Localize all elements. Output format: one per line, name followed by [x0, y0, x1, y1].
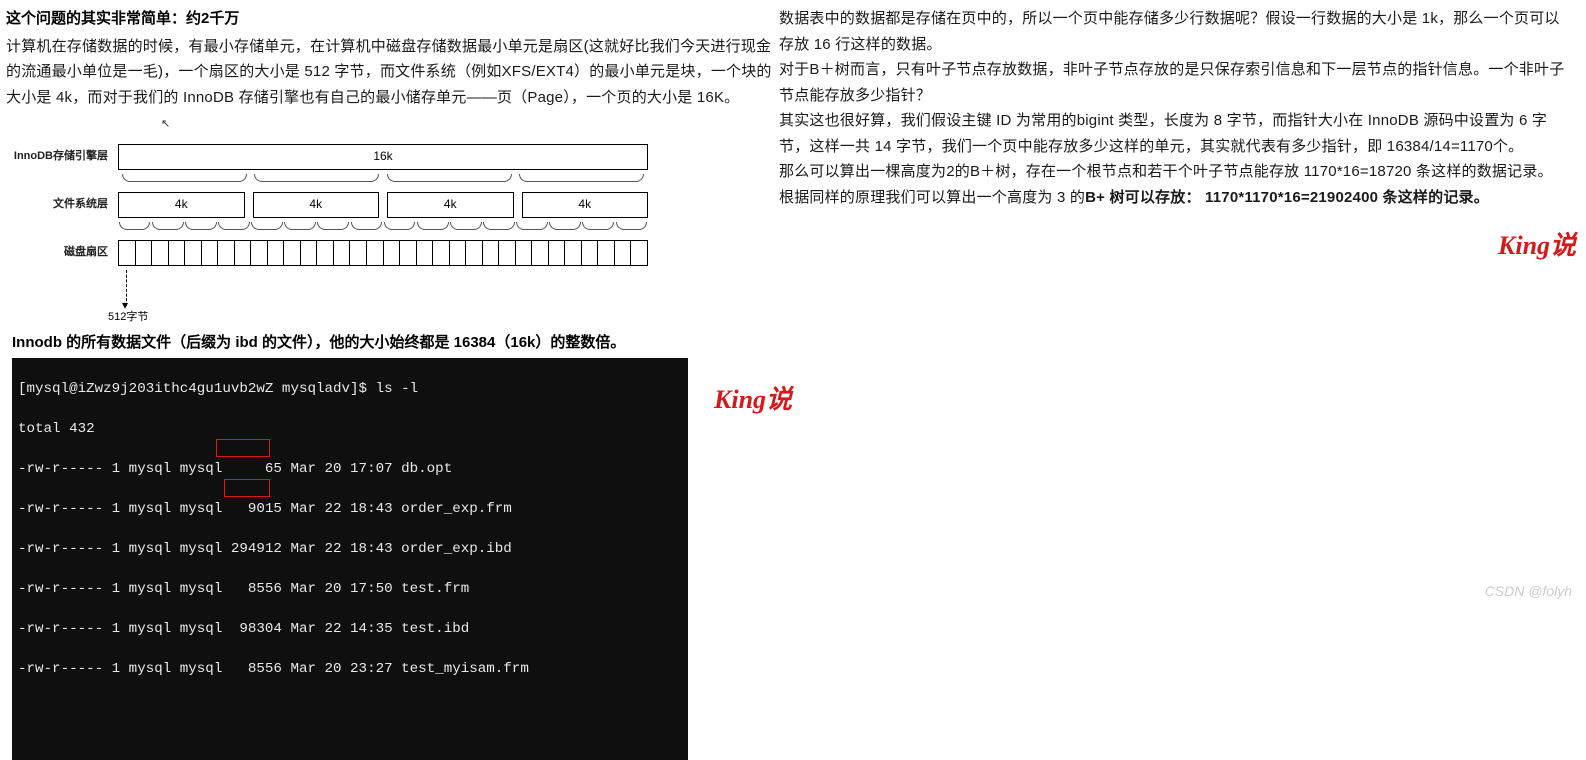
terminal-line: -rw-r----- 1 mysql mysql 8556 Mar 20 23:… — [18, 659, 682, 679]
terminal-line: -rw-r----- 1 mysql mysql 9015 Mar 22 18:… — [18, 499, 682, 519]
watermark: King说 — [1498, 224, 1576, 268]
diagram-box-16k: 16k — [118, 144, 648, 170]
diagram-label-disk: 磁盘扇区 — [6, 243, 118, 262]
source-attribution: CSDN @folyh — [1485, 580, 1572, 604]
diagram-brace — [118, 174, 648, 188]
highlight-box — [216, 439, 270, 457]
paragraph: 数据表中的数据都是存储在页中的，所以一个页中能存储多少行数据呢？假设一行数据的大… — [779, 6, 1567, 57]
cursor-icon: ↖ — [161, 115, 170, 134]
paragraph: 那么可以算出一棵高度为2的B＋树，存在一个根节点和若干个叶子节点能存放 1170… — [779, 159, 1567, 185]
diagram-label-innodb: InnoDB存储引擎层 — [6, 147, 118, 166]
terminal-line: -rw-r----- 1 mysql mysql 65 Mar 20 17:07… — [18, 459, 682, 479]
paragraph: 其实这也很好算，我们假设主键 ID 为常用的bigint 类型，长度为 8 字节… — [779, 108, 1567, 159]
terminal-line: -rw-r----- 1 mysql mysql 294912 Mar 22 1… — [18, 539, 682, 559]
terminal-output: [mysql@iZwz9j203ithc4gu1uvb2wZ mysqladv]… — [12, 358, 688, 760]
section-title: 这个问题的其实非常简单：约2千万 — [6, 6, 773, 32]
diagram-caption: 512字节 — [108, 308, 148, 327]
watermark: King说 — [714, 378, 792, 422]
terminal-line: -rw-r----- 1 mysql mysql 8556 Mar 20 17:… — [18, 579, 682, 599]
bold-text: B+ 树可以存放： 1170*1170*16=21902400 条这样的记录。 — [1085, 189, 1489, 206]
paragraph: 计算机在存储数据的时候，有最小存储单元，在计算机中磁盘存储数据最小单元是扇区(这… — [6, 34, 773, 111]
storage-diagram: InnoDB存储引擎层 16k 文件系统层 4k 4k 4k 4k — [6, 144, 773, 324]
terminal-line: total 432 — [18, 419, 682, 439]
terminal-line: -rw-r----- 1 mysql mysql 98304 Mar 22 14… — [18, 619, 682, 639]
subheading: Innodb 的所有数据文件（后缀为 ibd 的文件），他的大小始终都是 163… — [12, 330, 773, 356]
arrow-down-icon — [126, 270, 127, 306]
highlight-box — [224, 479, 270, 497]
diagram-box-4k-row: 4k 4k 4k 4k — [118, 192, 648, 218]
terminal-line: [mysql@iZwz9j203ithc4gu1uvb2wZ mysqladv]… — [18, 379, 682, 399]
diagram-box-sectors — [118, 240, 648, 266]
paragraph: 根据同样的原理我们可以算出一个高度为 3 的B+ 树可以存放： 1170*117… — [779, 185, 1567, 211]
diagram-brace — [118, 222, 648, 236]
diagram-label-fs: 文件系统层 — [6, 195, 118, 214]
paragraph: 对于B＋树而言，只有叶子节点存放数据，非叶子节点存放的是只保存索引信息和下一层节… — [779, 57, 1567, 108]
